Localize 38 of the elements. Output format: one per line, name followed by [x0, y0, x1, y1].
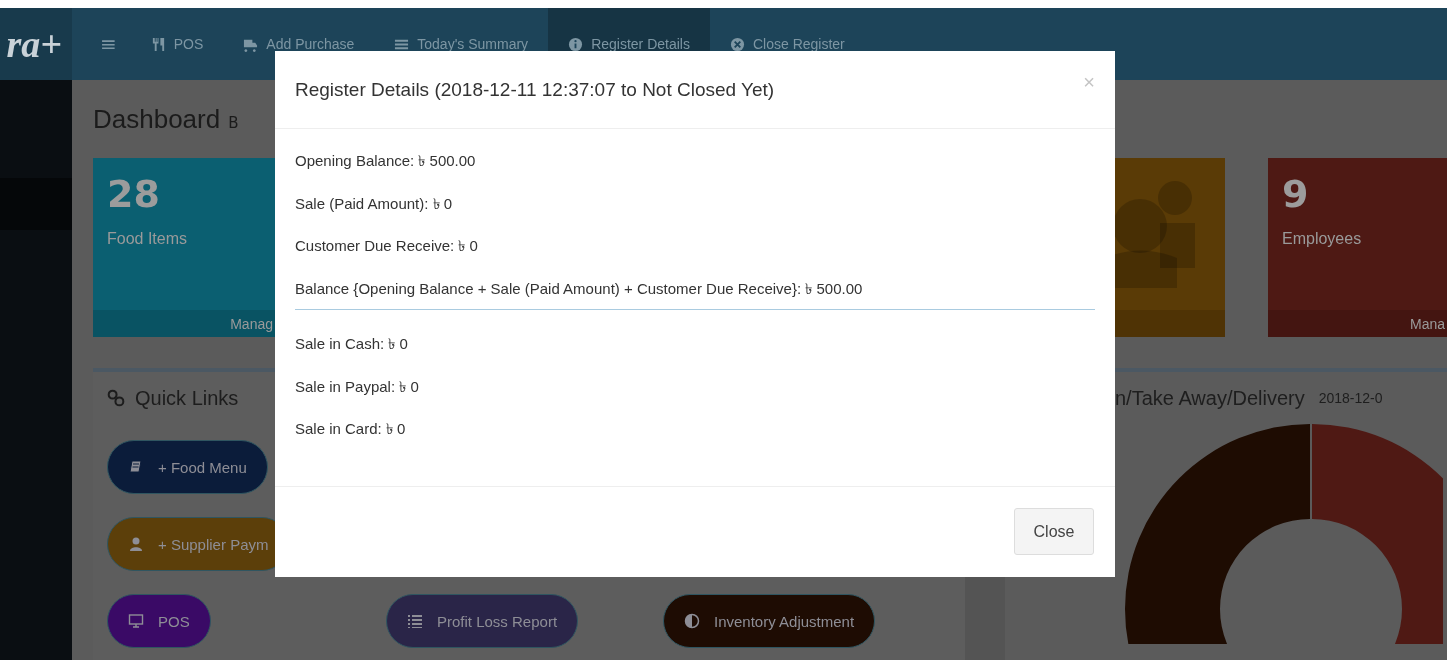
nav-item[interactable]: POS — [130, 8, 224, 80]
button-icon — [128, 613, 144, 629]
detail-line: Balance {Opening Balance + Sale (Paid Amount) + Customer Due Receive}: ৳ 500.00 — [295, 279, 863, 297]
close-button[interactable]: Close — [1014, 508, 1094, 555]
card-footer-link[interactable]: Mana — [1409, 315, 1445, 332]
stat-value: 9 — [1282, 172, 1310, 216]
close-button[interactable]: × — [1083, 71, 1095, 94]
button-icon — [684, 613, 700, 629]
page-title: Dashboard — [93, 103, 221, 135]
detail-line: Customer Due Receive: ৳ 0 — [295, 237, 478, 254]
detail-line: Sale in Cash: ৳ 0 — [295, 335, 408, 352]
quick-link-button[interactable]: + Food Menu — [107, 440, 268, 494]
quick-link-button[interactable]: Profit Loss Report — [386, 594, 579, 648]
detail-line: Sale (Paid Amount): ৳ 0 — [295, 194, 453, 212]
panel-title: Quick Links — [135, 386, 239, 410]
card-footer-link[interactable]: Manag — [230, 315, 273, 332]
panel-title: n/Take Away/Delivery — [1115, 386, 1305, 410]
page-subtitle: B — [228, 114, 239, 132]
link-icon — [107, 389, 125, 407]
menu-button[interactable]: ≡ — [94, 8, 131, 80]
stat-value: 28 — [107, 172, 161, 216]
button-icon — [128, 459, 144, 475]
stat-label: Employees — [1282, 230, 1363, 248]
logo: ra+ — [0, 8, 72, 80]
quick-link-button[interactable]: POS — [107, 594, 211, 648]
stat-label: Food Items — [107, 230, 189, 248]
nav-icon — [568, 36, 584, 52]
quick-link-button[interactable]: Inventory Adjustment — [663, 594, 876, 648]
nav-icon — [729, 36, 745, 52]
detail-line: Sale in Paypal: ৳ 0 — [295, 377, 419, 395]
date-label: 2018-12-0 — [1318, 390, 1383, 406]
nav-item[interactable]: Add Purchase — [223, 8, 375, 80]
button-icon — [407, 613, 423, 629]
detail-line: Opening Balance: ৳ 500.00 — [295, 152, 476, 169]
dialog-title: Register Details (2018-12-11 12:37:07 to Not Closed Yet) — [295, 78, 775, 101]
detail-line: Sale in Card: ৳ 0 — [295, 420, 406, 437]
button-icon — [128, 536, 144, 552]
nav-icon — [150, 36, 166, 52]
